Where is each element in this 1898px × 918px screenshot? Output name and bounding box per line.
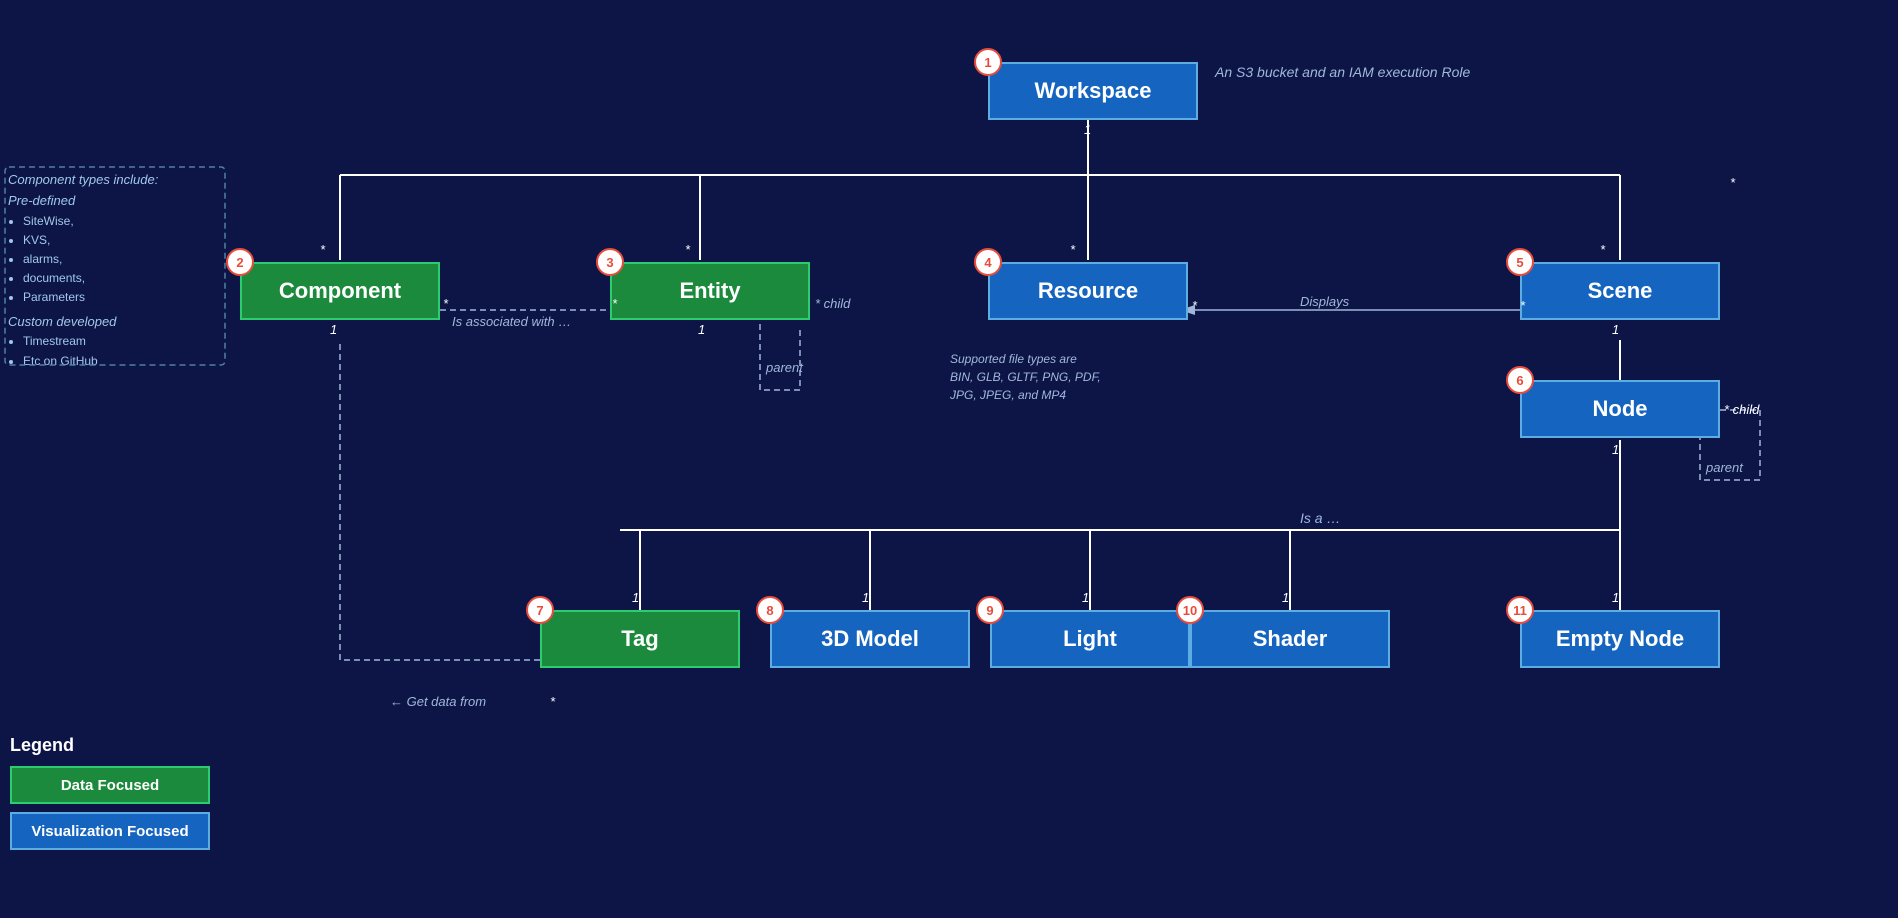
badge-9: 9 bbox=[976, 596, 1004, 624]
badge-4: 4 bbox=[974, 248, 1002, 276]
model3d-node: 8 3D Model bbox=[770, 610, 970, 668]
resource-note: Supported file types areBIN, GLB, GLTF, … bbox=[950, 350, 1101, 404]
scene-node: 5 Scene bbox=[1520, 262, 1720, 320]
mult-shader-top: 1 bbox=[1282, 590, 1289, 605]
tag-node: 7 Tag bbox=[540, 610, 740, 668]
relation-associated: Is associated with … bbox=[452, 314, 571, 329]
mult-workspace-below: 1 bbox=[1084, 122, 1091, 137]
mult-entity-bottom: 1 bbox=[698, 322, 705, 337]
mult-entity-left: * bbox=[612, 296, 617, 311]
mult-light-top: 1 bbox=[1082, 590, 1089, 605]
node-node: 6 Node bbox=[1520, 380, 1720, 438]
relation-parent-node: parent bbox=[1706, 460, 1743, 475]
mult-scene-top: * bbox=[1600, 242, 1605, 257]
badge-11: 11 bbox=[1506, 596, 1534, 624]
resource-node: 4 Resource bbox=[988, 262, 1188, 320]
badge-7: 7 bbox=[526, 596, 554, 624]
mult-getdata-star: * bbox=[550, 694, 555, 709]
mult-node-bottom: 1 bbox=[1612, 442, 1619, 457]
legend-viz-focused: Visualization Focused bbox=[10, 812, 210, 850]
relation-get-data: ← Get data from bbox=[390, 694, 486, 709]
relation-parent-entity: parent bbox=[766, 360, 803, 375]
badge-6: 6 bbox=[1506, 366, 1534, 394]
badge-8: 8 bbox=[756, 596, 784, 624]
entity-node: 3 Entity bbox=[610, 262, 810, 320]
legend-title: Legend bbox=[10, 735, 210, 756]
mult-component-top: * bbox=[320, 242, 325, 257]
connection-lines bbox=[0, 0, 1898, 918]
light-node: 9 Light bbox=[990, 610, 1190, 668]
badge-5: 5 bbox=[1506, 248, 1534, 276]
workspace-node: 1 Workspace bbox=[988, 62, 1198, 120]
workspace-note: An S3 bucket and an IAM execution Role bbox=[1215, 62, 1470, 83]
mult-tag-top: 1 bbox=[632, 590, 639, 605]
mult-component-bottom: 1 bbox=[330, 322, 337, 337]
mult-emptynode-top: 1 bbox=[1612, 590, 1619, 605]
diagram-container: 1 Workspace An S3 bucket and an IAM exec… bbox=[0, 0, 1898, 918]
relation-child-entity: * child bbox=[815, 296, 850, 311]
mult-resource-right: * bbox=[1192, 298, 1197, 313]
component-sidenote: Component types include: Pre-defined Sit… bbox=[8, 170, 158, 371]
badge-2: 2 bbox=[226, 248, 254, 276]
mult-model-top: 1 bbox=[862, 590, 869, 605]
badge-3: 3 bbox=[596, 248, 624, 276]
legend-data-focused: Data Focused bbox=[10, 766, 210, 804]
mult-resource-top: * bbox=[1070, 242, 1075, 257]
mult-component-right: * bbox=[443, 296, 448, 311]
mult-node-right: * child bbox=[1724, 402, 1759, 417]
relation-is-a: Is a … bbox=[1300, 510, 1340, 526]
mult-scene-bottom: 1 bbox=[1612, 322, 1619, 337]
mult-far-right: * bbox=[1730, 175, 1735, 190]
relation-displays: Displays bbox=[1300, 294, 1349, 309]
badge-10: 10 bbox=[1176, 596, 1204, 624]
component-node: 2 Component bbox=[240, 262, 440, 320]
mult-scene-displays: * bbox=[1520, 298, 1525, 313]
legend: Legend Data Focused Visualization Focuse… bbox=[10, 735, 210, 858]
emptynode-node: 11 Empty Node bbox=[1520, 610, 1720, 668]
shader-node: 10 Shader bbox=[1190, 610, 1390, 668]
mult-entity-top: * bbox=[685, 242, 690, 257]
badge-1: 1 bbox=[974, 48, 1002, 76]
